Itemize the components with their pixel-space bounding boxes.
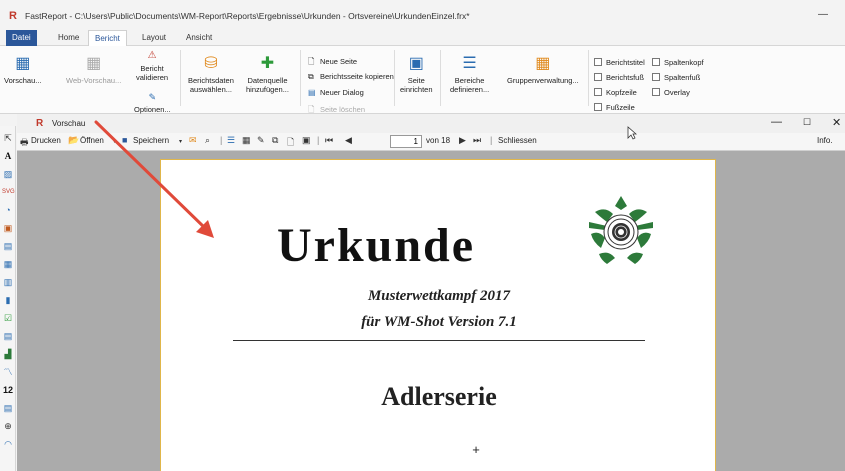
annotation-arrow-icon (94, 120, 214, 238)
